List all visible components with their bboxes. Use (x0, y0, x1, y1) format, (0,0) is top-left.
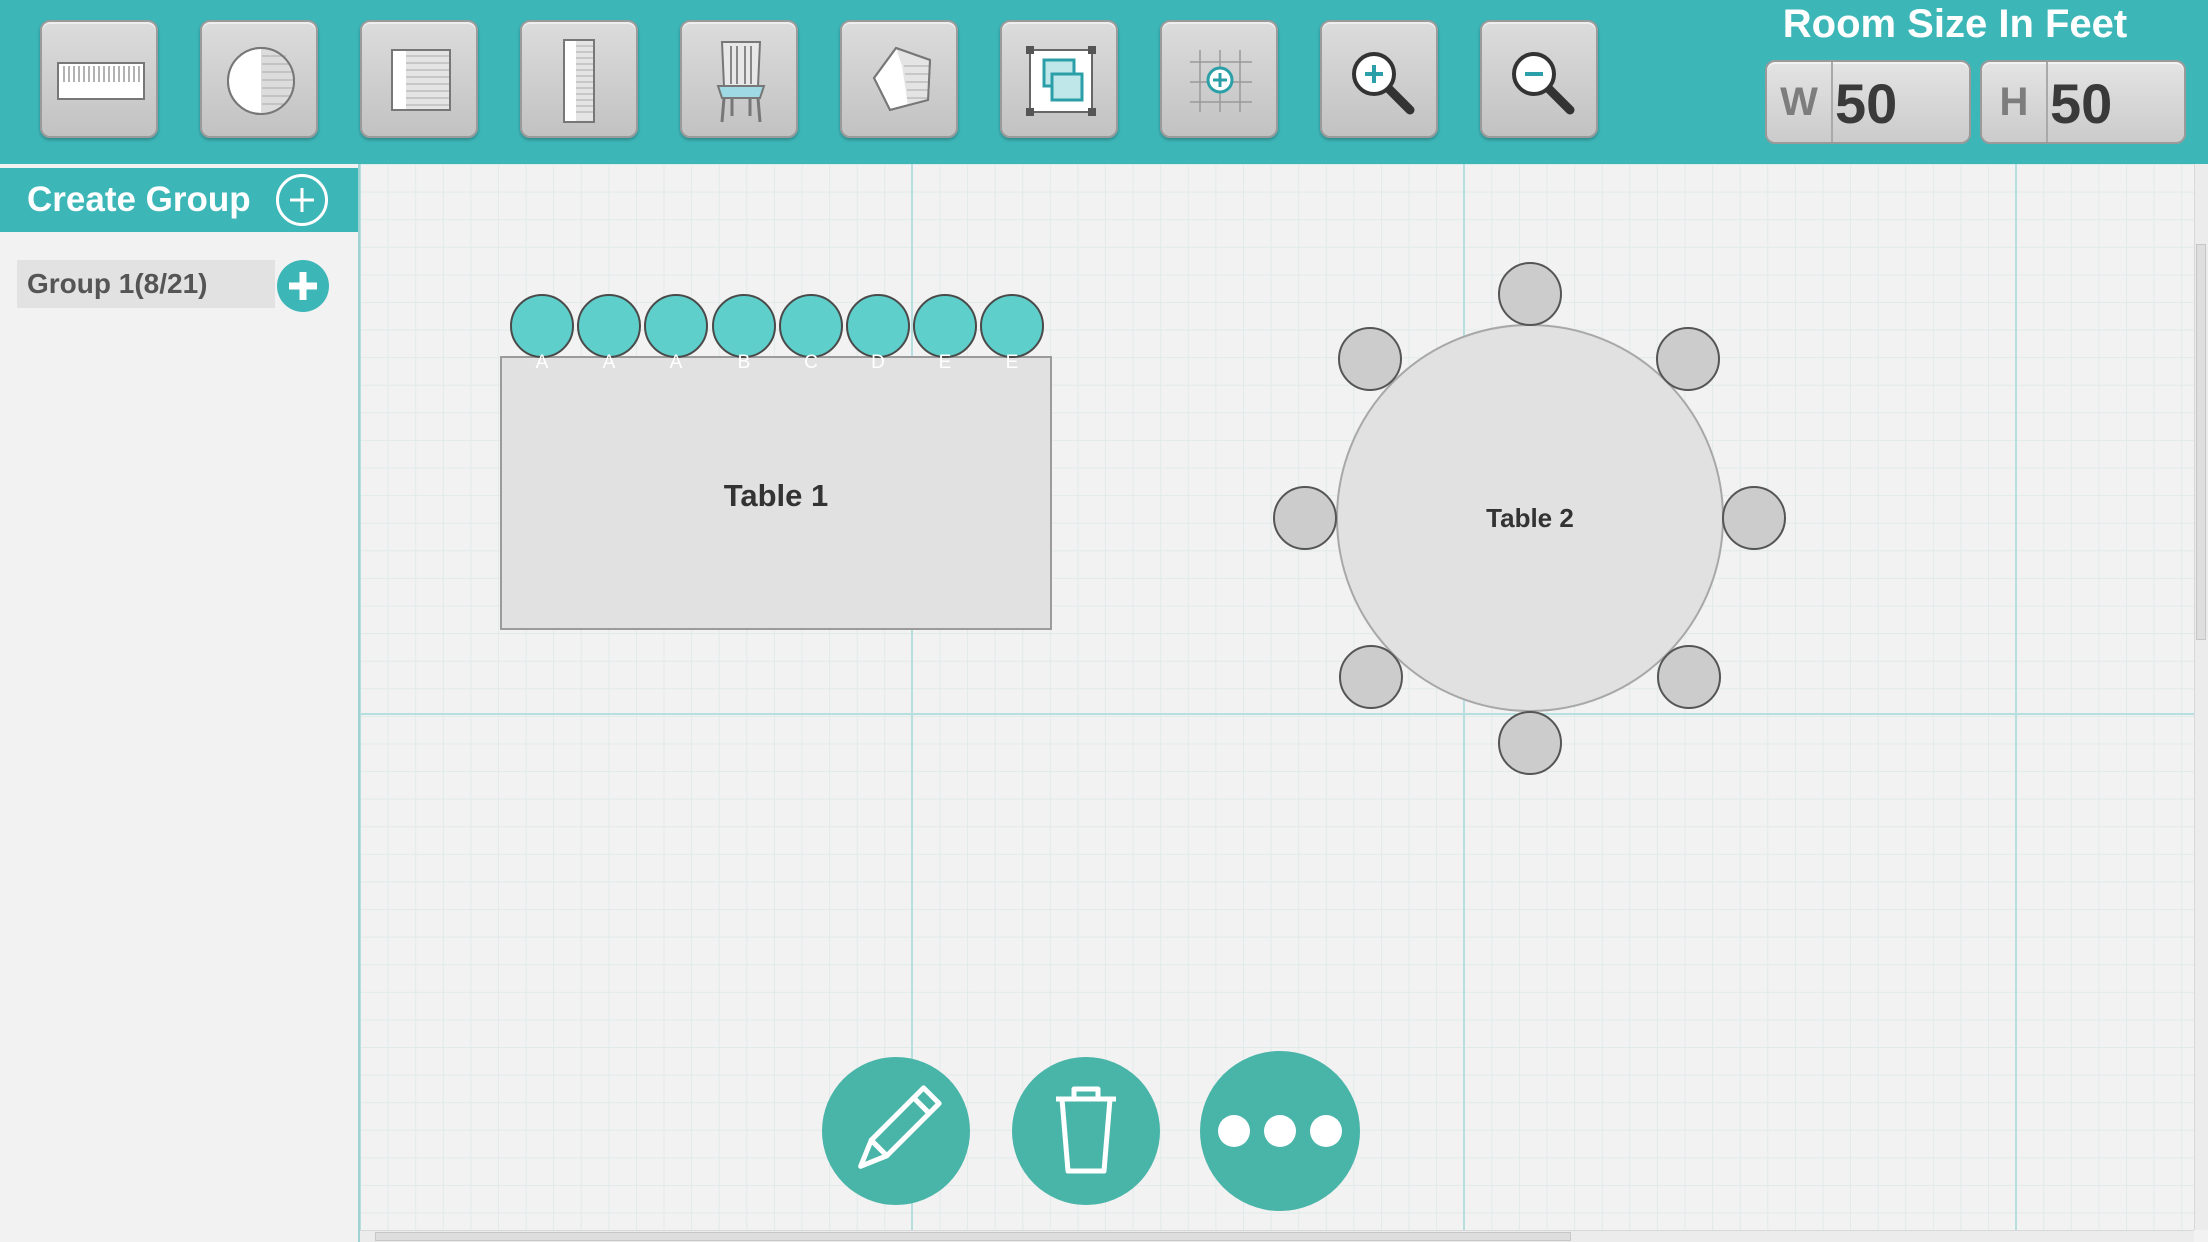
empty-seat[interactable] (1722, 486, 1786, 550)
group-item-label: Group 1(8/21) (27, 268, 208, 299)
seat-group-letter: A (669, 352, 683, 373)
empty-seat[interactable] (1498, 262, 1562, 326)
horizontal-scroll-thumb[interactable] (375, 1232, 1571, 1241)
group-list-item[interactable]: Group 1(8/21) (17, 260, 275, 308)
assigned-seat[interactable] (644, 294, 708, 358)
room-height-prefix: H (1982, 62, 2048, 142)
room-width-value[interactable]: 50 (1835, 62, 1897, 142)
seat-group-letter: C (804, 352, 818, 373)
trash-icon (1056, 1086, 1116, 1174)
seat-group-letter: B (737, 352, 751, 373)
edit-button[interactable] (822, 1057, 970, 1205)
assigned-seat[interactable] (913, 294, 977, 358)
vertical-scroll-thumb[interactable] (2196, 244, 2206, 640)
grid-add-button[interactable] (1160, 20, 1278, 138)
seat-group-letter: A (535, 352, 549, 373)
add-round-table-button[interactable] (200, 20, 318, 138)
assigned-seat[interactable] (846, 294, 910, 358)
group-frame-icon (1026, 46, 1096, 116)
assigned-seat[interactable] (779, 294, 843, 358)
groups-sidebar: Create Group Group 1(8/21) (0, 164, 360, 1242)
round-table-icon (227, 47, 295, 115)
add-rectangle-table-button[interactable] (40, 20, 158, 138)
group-frame-button[interactable] (1000, 20, 1118, 138)
rectangle-table-icon (57, 62, 145, 100)
assigned-seat[interactable] (510, 294, 574, 358)
more-dots-icon (1218, 1115, 1342, 1147)
add-pentagon-shape-button[interactable] (840, 20, 958, 138)
more-options-button[interactable] (1200, 1051, 1360, 1211)
add-chair-button[interactable] (680, 20, 798, 138)
assigned-seat[interactable] (712, 294, 776, 358)
floor-plan-canvas[interactable]: Table 1 A A A B C D E E Table 2 (360, 164, 2194, 1230)
seat-group-letter: A (602, 352, 616, 373)
room-size-title: Room Size In Feet (1782, 2, 2128, 46)
table-label: Table 1 (723, 478, 829, 513)
tall-table-icon (563, 39, 595, 123)
assigned-seat[interactable] (577, 294, 641, 358)
seat-group-letter: E (1005, 352, 1019, 373)
room-width-prefix: W (1767, 62, 1833, 142)
pencil-icon (858, 1085, 942, 1169)
zoom-out-icon (1512, 52, 1575, 115)
zoom-in-button[interactable] (1320, 20, 1438, 138)
add-to-group-plus-icon[interactable] (277, 260, 329, 312)
empty-seat[interactable] (1498, 711, 1562, 775)
create-group-header[interactable]: Create Group (0, 168, 358, 232)
room-width-field[interactable]: W 50 (1765, 60, 1971, 144)
create-group-add-icon[interactable] (276, 174, 328, 226)
empty-seat[interactable] (1273, 486, 1337, 550)
pentagon-shape-icon (872, 46, 932, 112)
empty-seat[interactable] (1339, 645, 1403, 709)
empty-seat[interactable] (1657, 645, 1721, 709)
table-label: Table 2 (1486, 503, 1574, 533)
zoom-in-icon (1352, 52, 1415, 115)
create-group-label: Create Group (27, 180, 251, 219)
room-height-value[interactable]: 50 (2050, 62, 2112, 142)
empty-seat[interactable] (1656, 327, 1720, 391)
delete-button[interactable] (1012, 1057, 1160, 1205)
seat-group-letter: D (871, 352, 885, 373)
top-toolbar: Room Size In Feet W 50 H 50 (0, 0, 2208, 164)
chair-icon (716, 41, 766, 123)
add-square-table-button[interactable] (360, 20, 478, 138)
seat-group-letter: E (938, 352, 952, 373)
room-height-field[interactable]: H 50 (1980, 60, 2186, 144)
zoom-out-button[interactable] (1480, 20, 1598, 138)
empty-seat[interactable] (1338, 327, 1402, 391)
grid-add-icon (1190, 50, 1252, 112)
add-tall-table-button[interactable] (520, 20, 638, 138)
square-table-icon (391, 49, 451, 111)
assigned-seat[interactable] (980, 294, 1044, 358)
